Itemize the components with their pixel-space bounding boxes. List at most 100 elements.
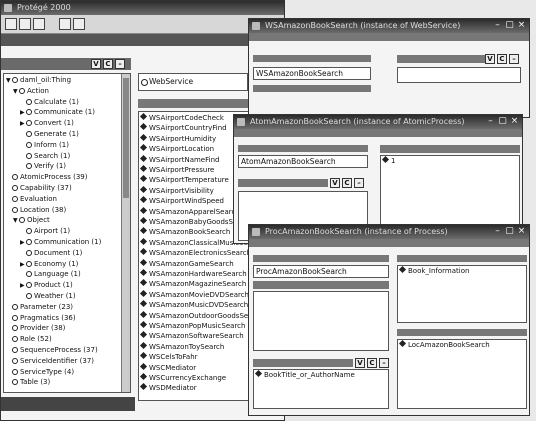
list-item[interactable]: Book_Information [398,265,469,275]
output-list[interactable]: Book_Information [397,265,527,323]
tree-node[interactable]: Table (3) [6,378,50,387]
tree-node[interactable]: SequenceProcess (37) [6,346,98,355]
tree-node[interactable]: Weather (1) [20,292,76,301]
minimize-button[interactable]: – [492,20,503,31]
instance-list-item[interactable]: WSAmazonBookSearch [139,227,230,237]
instance-list-item[interactable]: WSAmazonSoftwareSearch [139,331,244,341]
name-field[interactable]: WSAmazonBookSearch [253,67,371,80]
instance-list-item[interactable]: WSAmazonMagazineSearch [139,279,246,289]
tree-node[interactable]: Language (1) [20,270,81,279]
copy-icon[interactable] [73,18,85,30]
expand-toggle-icon[interactable]: ▶ [20,108,26,117]
tree-node[interactable]: Inform (1) [20,141,69,150]
cut-icon[interactable] [59,18,71,30]
tree-node[interactable]: Calculate (1) [20,98,79,107]
instance-list-item[interactable]: WSAmazonHardwareSearch [139,268,247,279]
instance-list-item[interactable]: WSDMediator [139,383,197,393]
tree-node[interactable]: Evaluation [6,195,57,204]
instance-list-item[interactable]: WSAirportNameFind [139,154,219,165]
instance-list-item[interactable]: WSAmazonToySearch [139,341,224,352]
view-button[interactable]: V [355,358,365,368]
instance-list-item[interactable]: WSAmazonApparelSearch [139,206,240,217]
close-button[interactable]: × [509,116,520,127]
instance-list-item[interactable]: WSAirportTemperature [139,175,229,185]
tree-node-label: Evaluation [20,194,57,203]
instance-list-item[interactable]: WSAirportCountryFind [139,123,227,133]
open-project-icon[interactable] [19,18,31,30]
instance-list-item[interactable]: WSAmazonPopMusicSearch [139,320,245,331]
tree-node[interactable]: ▶ Communication (1) [20,238,101,247]
new-project-icon[interactable] [5,18,17,30]
tree-node[interactable]: ▶ Communicate (1) [20,108,95,117]
tree-node[interactable]: ▼ Action [13,87,49,96]
tree-node[interactable]: Document (1) [20,249,82,258]
tree-node[interactable]: ServiceType (4) [6,368,74,377]
minimize-button[interactable]: – [492,226,503,237]
instance-list-item[interactable]: WSAmazonMovieDVDSearch [139,289,249,300]
expand-toggle-icon[interactable]: ▼ [13,216,19,225]
minimize-button[interactable]: – [485,116,496,127]
tab-bar[interactable] [1,34,284,46]
list-item[interactable]: BookTitle_or_AuthorName [254,369,355,379]
tree-node[interactable]: ▼ Object [13,216,50,225]
tree-node[interactable]: ServiceIdentifier (37) [6,357,94,366]
scroll-thumb[interactable] [123,78,129,198]
tree-node[interactable]: Capability (37) [6,184,72,193]
instance-list-item[interactable]: WSAirportVisibility [139,185,214,196]
save-project-icon[interactable] [33,18,45,30]
delete-class-button[interactable]: – [115,59,125,69]
remove-button[interactable]: – [354,178,364,188]
instance-list-item[interactable]: WSAmazonGameSearch [139,258,234,269]
tree-node[interactable]: Search (1) [20,152,70,161]
remove-button[interactable]: – [509,54,519,64]
close-button[interactable]: × [516,226,527,237]
precondition-list[interactable] [253,291,389,351]
class-tree[interactable]: ▼ daml_oil:Thing ▼ Action Calculate (1) ▶ Comm… [3,73,131,393]
instance-list-item[interactable]: WSAmazonElectronicsSearch [139,248,251,258]
create-button[interactable]: C [342,178,352,188]
instance-list-item[interactable]: WSAirportPressure [139,164,214,175]
instance-list-item[interactable]: WSAmazonOutdoorGoodsSearch [139,310,264,321]
instance-list-item[interactable]: WSCelsToFahr [139,352,198,362]
tree-node[interactable]: Generate (1) [20,130,79,139]
tree-node[interactable]: Location (38) [6,206,66,215]
class-tree-scrollbar[interactable] [121,74,130,392]
tree-node[interactable]: Verify (1) [20,162,66,171]
maximize-button[interactable]: ▢ [504,226,515,237]
view-class-button[interactable]: V [91,59,101,69]
tree-node[interactable]: Pragmatics (36) [6,314,76,323]
maximize-button[interactable]: ▢ [497,116,508,127]
create-button[interactable]: C [367,358,377,368]
tree-node[interactable]: ▶ Product (1) [20,281,73,290]
view-button[interactable]: V [330,178,340,188]
tree-node[interactable]: Role (52) [6,335,52,344]
list-item[interactable]: 1 [381,155,395,165]
slot-list[interactable] [397,67,521,83]
instance-list-item[interactable]: WSAmazonMusicDVDSearch [139,300,248,310]
instance-list-item[interactable]: WSAirportLocation [139,144,214,154]
instance-list-item[interactable]: WSCurrencyExchange [139,372,226,383]
close-button[interactable]: × [516,20,527,31]
name-field[interactable]: ProcAmazonBookSearch [253,265,389,278]
name-field[interactable]: AtomAmazonBookSearch [238,155,368,168]
tree-node[interactable]: AtomicProcess (39) [6,173,87,182]
tree-node[interactable]: ▶ Economy (1) [20,260,78,269]
tree-node[interactable]: ▶ Convert (1) [20,119,74,128]
view-button[interactable]: V [485,54,495,64]
list-item[interactable]: LocAmazonBookSearch [398,339,490,349]
remove-button[interactable]: – [379,358,389,368]
create-class-button[interactable]: C [103,59,113,69]
tree-node[interactable]: Provider (38) [6,324,65,333]
instance-list-item[interactable]: WSAirportWindSpeed [139,196,224,206]
instance-icon [139,258,148,266]
create-button[interactable]: C [497,54,507,64]
tree-node[interactable]: Airport (1) [20,227,70,236]
instance-list-item[interactable]: WSAirportCodeCheck [139,112,224,123]
location-list[interactable]: LocAmazonBookSearch [397,339,527,409]
input-list[interactable]: BookTitle_or_AuthorName [253,369,389,409]
instance-list-item[interactable]: WSAirportHumidity [139,133,216,144]
tree-node[interactable]: ▼ daml_oil:Thing [6,76,71,85]
tree-node[interactable]: Parameter (23) [6,303,73,312]
instance-list-item[interactable]: WSCMediator [139,362,196,373]
maximize-button[interactable]: ▢ [504,20,515,31]
